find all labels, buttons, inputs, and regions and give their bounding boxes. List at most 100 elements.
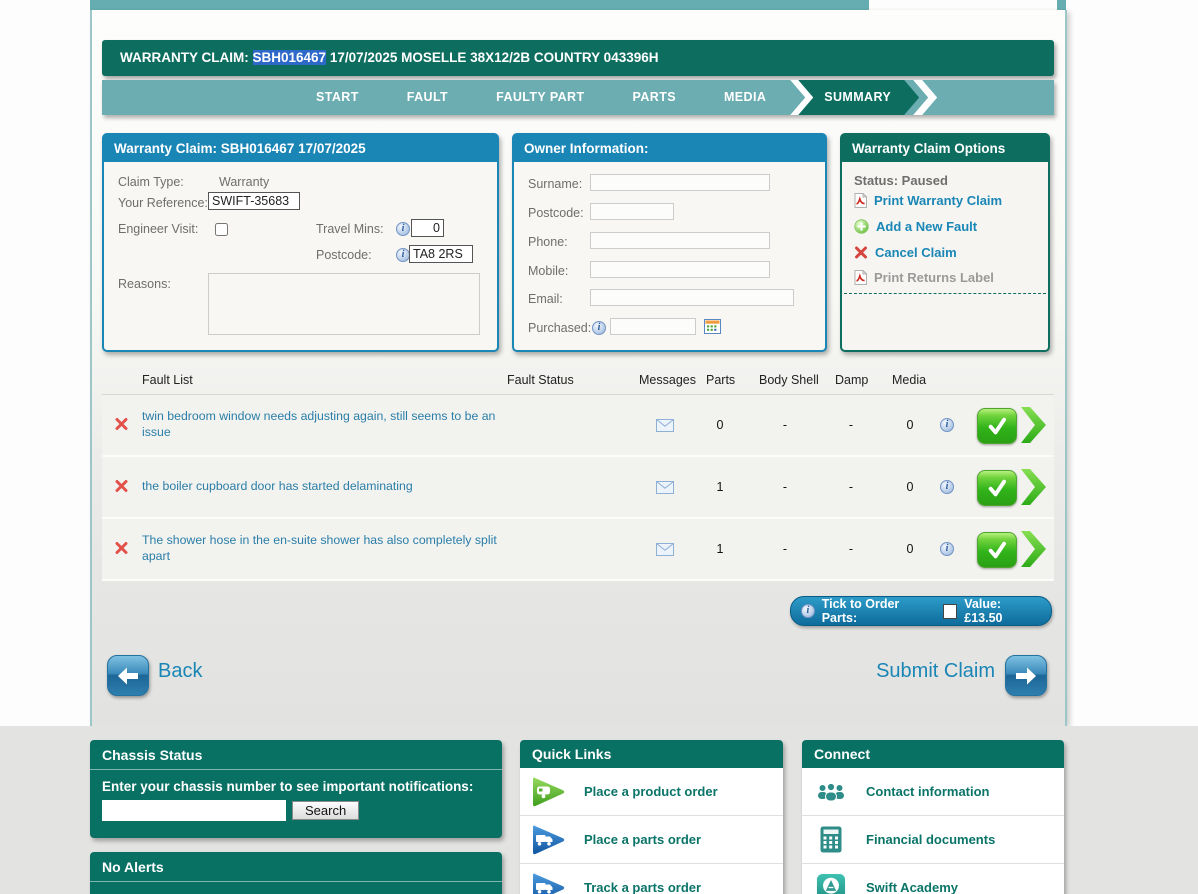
parts-count: 1 [716,542,724,556]
chassis-number-input[interactable] [102,800,286,821]
quick-link-parts-order[interactable]: Place a parts order [520,816,783,864]
email-input[interactable] [590,289,794,306]
alerts-panel: No Alerts [90,852,502,894]
tab-parts[interactable]: PARTS [609,80,700,115]
add-new-fault-label: Add a New Fault [876,219,978,234]
damp-value: - [848,542,854,556]
submit-claim-label[interactable]: Submit Claim [876,660,995,683]
print-warranty-claim-label: Print Warranty Claim [874,193,1003,208]
fault-complete-button[interactable] [977,408,1017,444]
delete-fault-icon[interactable] [114,417,129,436]
fault-row: twin bedroom window needs adjusting agai… [102,395,1054,457]
fault-table: Fault List Fault Status Messages Parts B… [102,368,1054,581]
delete-fault-icon[interactable] [114,479,129,498]
fault-description-link[interactable]: the boiler cupboard door has started del… [142,479,502,495]
tab-summary-active[interactable]: SUMMARY [798,80,919,115]
messages-envelope-icon[interactable] [656,543,674,561]
tab-faulty-part[interactable]: FAULTY PART [472,80,608,115]
pdf-icon [854,270,867,285]
chassis-status-panel: Chassis Status Enter your chassis number… [90,740,502,838]
connect-financial-documents[interactable]: Financial documents [802,816,1064,864]
claim-type-value: Warranty [219,175,270,189]
purchased-label: Purchased: [528,321,592,335]
connect-link-label: Swift Academy [866,880,958,894]
postcode-info-icon[interactable]: i [396,248,410,262]
back-label[interactable]: Back [158,660,202,683]
engineer-visit-checkbox[interactable] [215,223,228,236]
owner-panel-title: Owner Information: [514,135,825,162]
claim-postcode-input[interactable] [409,245,473,263]
tab-media[interactable]: MEDIA [700,80,790,115]
col-fault-status: Fault Status [507,373,574,387]
chassis-search-button[interactable]: Search [292,801,360,820]
claim-options-title: Warranty Claim Options [842,135,1048,162]
owner-postcode-label: Postcode: [528,206,584,220]
navbar-spacer [102,80,292,115]
fault-description-link[interactable]: The shower hose in the en-suite shower h… [142,533,502,565]
open-fault-arrow-icon[interactable] [1020,530,1048,573]
connect-link-label: Financial documents [866,832,996,847]
body-shell-value: - [782,418,788,432]
col-damp: Damp [835,373,869,387]
cancel-claim-link[interactable]: Cancel Claim [854,245,957,260]
purchased-date-input[interactable] [610,318,696,335]
phone-label: Phone: [528,235,568,249]
mobile-input[interactable] [590,261,770,278]
purchased-info-icon[interactable]: i [592,321,606,335]
cancel-claim-label: Cancel Claim [875,245,957,260]
delete-fault-icon[interactable] [114,541,129,560]
connect-swift-academy[interactable]: Swift Academy [802,864,1064,894]
print-returns-label-link[interactable]: Print Returns Label [854,270,994,285]
fault-info-icon[interactable]: i [940,542,954,556]
surname-input[interactable] [590,174,770,191]
claim-number-highlighted: SBH016467 [252,50,327,65]
quick-link-product-order[interactable]: Place a product order [520,768,783,816]
back-button[interactable] [107,655,149,696]
parts-order-arrow-icon [530,822,568,858]
quick-link-label: Place a product order [584,784,718,799]
phone-input[interactable] [590,232,770,249]
order-parts-info-icon[interactable]: i [801,604,815,618]
fault-table-header: Fault List Fault Status Messages Parts B… [102,368,1054,395]
fault-info-icon[interactable]: i [940,418,954,432]
fault-complete-button[interactable] [977,532,1017,568]
submit-claim-button[interactable] [1005,655,1047,696]
open-fault-arrow-icon[interactable] [1020,468,1048,511]
col-parts: Parts [706,373,736,387]
fault-info-icon[interactable]: i [940,480,954,494]
quick-link-track-order[interactable]: Track a parts order [520,864,783,894]
order-parts-value: Value: £13.50 [964,597,1003,625]
print-warranty-claim-link[interactable]: Print Warranty Claim [854,193,1002,208]
connect-contact-information[interactable]: Contact information [802,768,1064,816]
media-count: 0 [906,480,914,494]
chassis-status-title: Chassis Status [90,740,502,770]
fault-description-link[interactable]: twin bedroom window needs adjusting agai… [142,409,502,441]
calculator-icon [812,826,850,853]
your-reference-input[interactable] [208,192,300,210]
parts-count: 1 [716,480,724,494]
order-parts-label: Tick to Order Parts: [821,597,900,625]
add-new-fault-link[interactable]: Add a New Fault [854,219,977,234]
academy-icon [812,873,850,894]
order-parts-pill: i Tick to Order Parts: Value: £13.50 [790,596,1052,626]
owner-postcode-input[interactable] [590,203,674,220]
col-media: Media [892,373,927,387]
col-messages: Messages [639,373,696,387]
options-dashed-divider [844,293,1046,294]
order-parts-checkbox[interactable] [942,603,958,619]
your-reference-label: Your Reference: [118,196,208,210]
engineer-visit-label: Engineer Visit: [118,222,199,236]
reasons-textarea[interactable] [208,273,480,335]
calendar-icon[interactable] [704,318,721,339]
connect-link-label: Contact information [866,784,990,799]
open-fault-arrow-icon[interactable] [1020,406,1048,449]
messages-envelope-icon[interactable] [656,481,674,499]
fault-complete-button[interactable] [977,470,1017,506]
tab-fault[interactable]: FAULT [383,80,472,115]
body-shell-value: - [782,480,788,494]
travel-mins-input[interactable] [411,219,444,237]
tab-start[interactable]: START [292,80,383,115]
media-count: 0 [906,418,914,432]
messages-envelope-icon[interactable] [656,419,674,437]
travel-mins-info-icon[interactable]: i [396,222,410,236]
